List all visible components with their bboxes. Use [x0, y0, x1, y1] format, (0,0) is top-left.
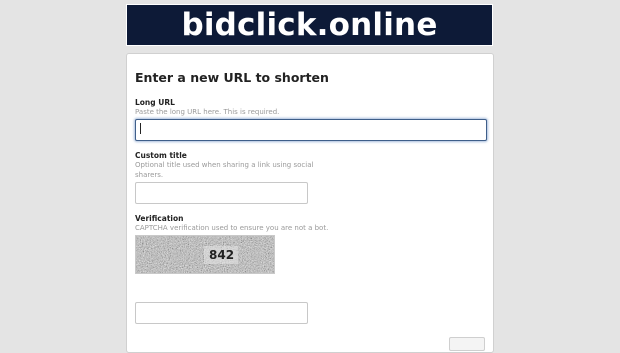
long-url-field-wrapper — [135, 119, 487, 141]
custom-title-input[interactable] — [135, 182, 308, 204]
verification-label: Verification — [135, 214, 184, 223]
shorten-form-card: Enter a new URL to shorten Long URL Past… — [126, 53, 494, 353]
captcha-input[interactable] — [135, 302, 308, 324]
site-title[interactable]: bidclick.online — [181, 9, 437, 41]
custom-title-help: Optional title used when sharing a link … — [135, 161, 314, 179]
captcha-image: 842 — [135, 235, 275, 274]
form-title: Enter a new URL to shorten — [135, 70, 329, 85]
captcha-text: 842 — [209, 248, 235, 262]
verification-help: CAPTCHA verification used to ensure you … — [135, 224, 329, 232]
long-url-help: Paste the long URL here. This is require… — [135, 108, 280, 116]
long-url-label: Long URL — [135, 98, 175, 107]
captcha-noise — [136, 236, 274, 273]
text-caret — [140, 123, 141, 134]
submit-button[interactable] — [449, 337, 485, 351]
site-header: bidclick.online — [126, 4, 493, 46]
long-url-input[interactable] — [135, 119, 487, 141]
custom-title-label: Custom title — [135, 151, 187, 160]
